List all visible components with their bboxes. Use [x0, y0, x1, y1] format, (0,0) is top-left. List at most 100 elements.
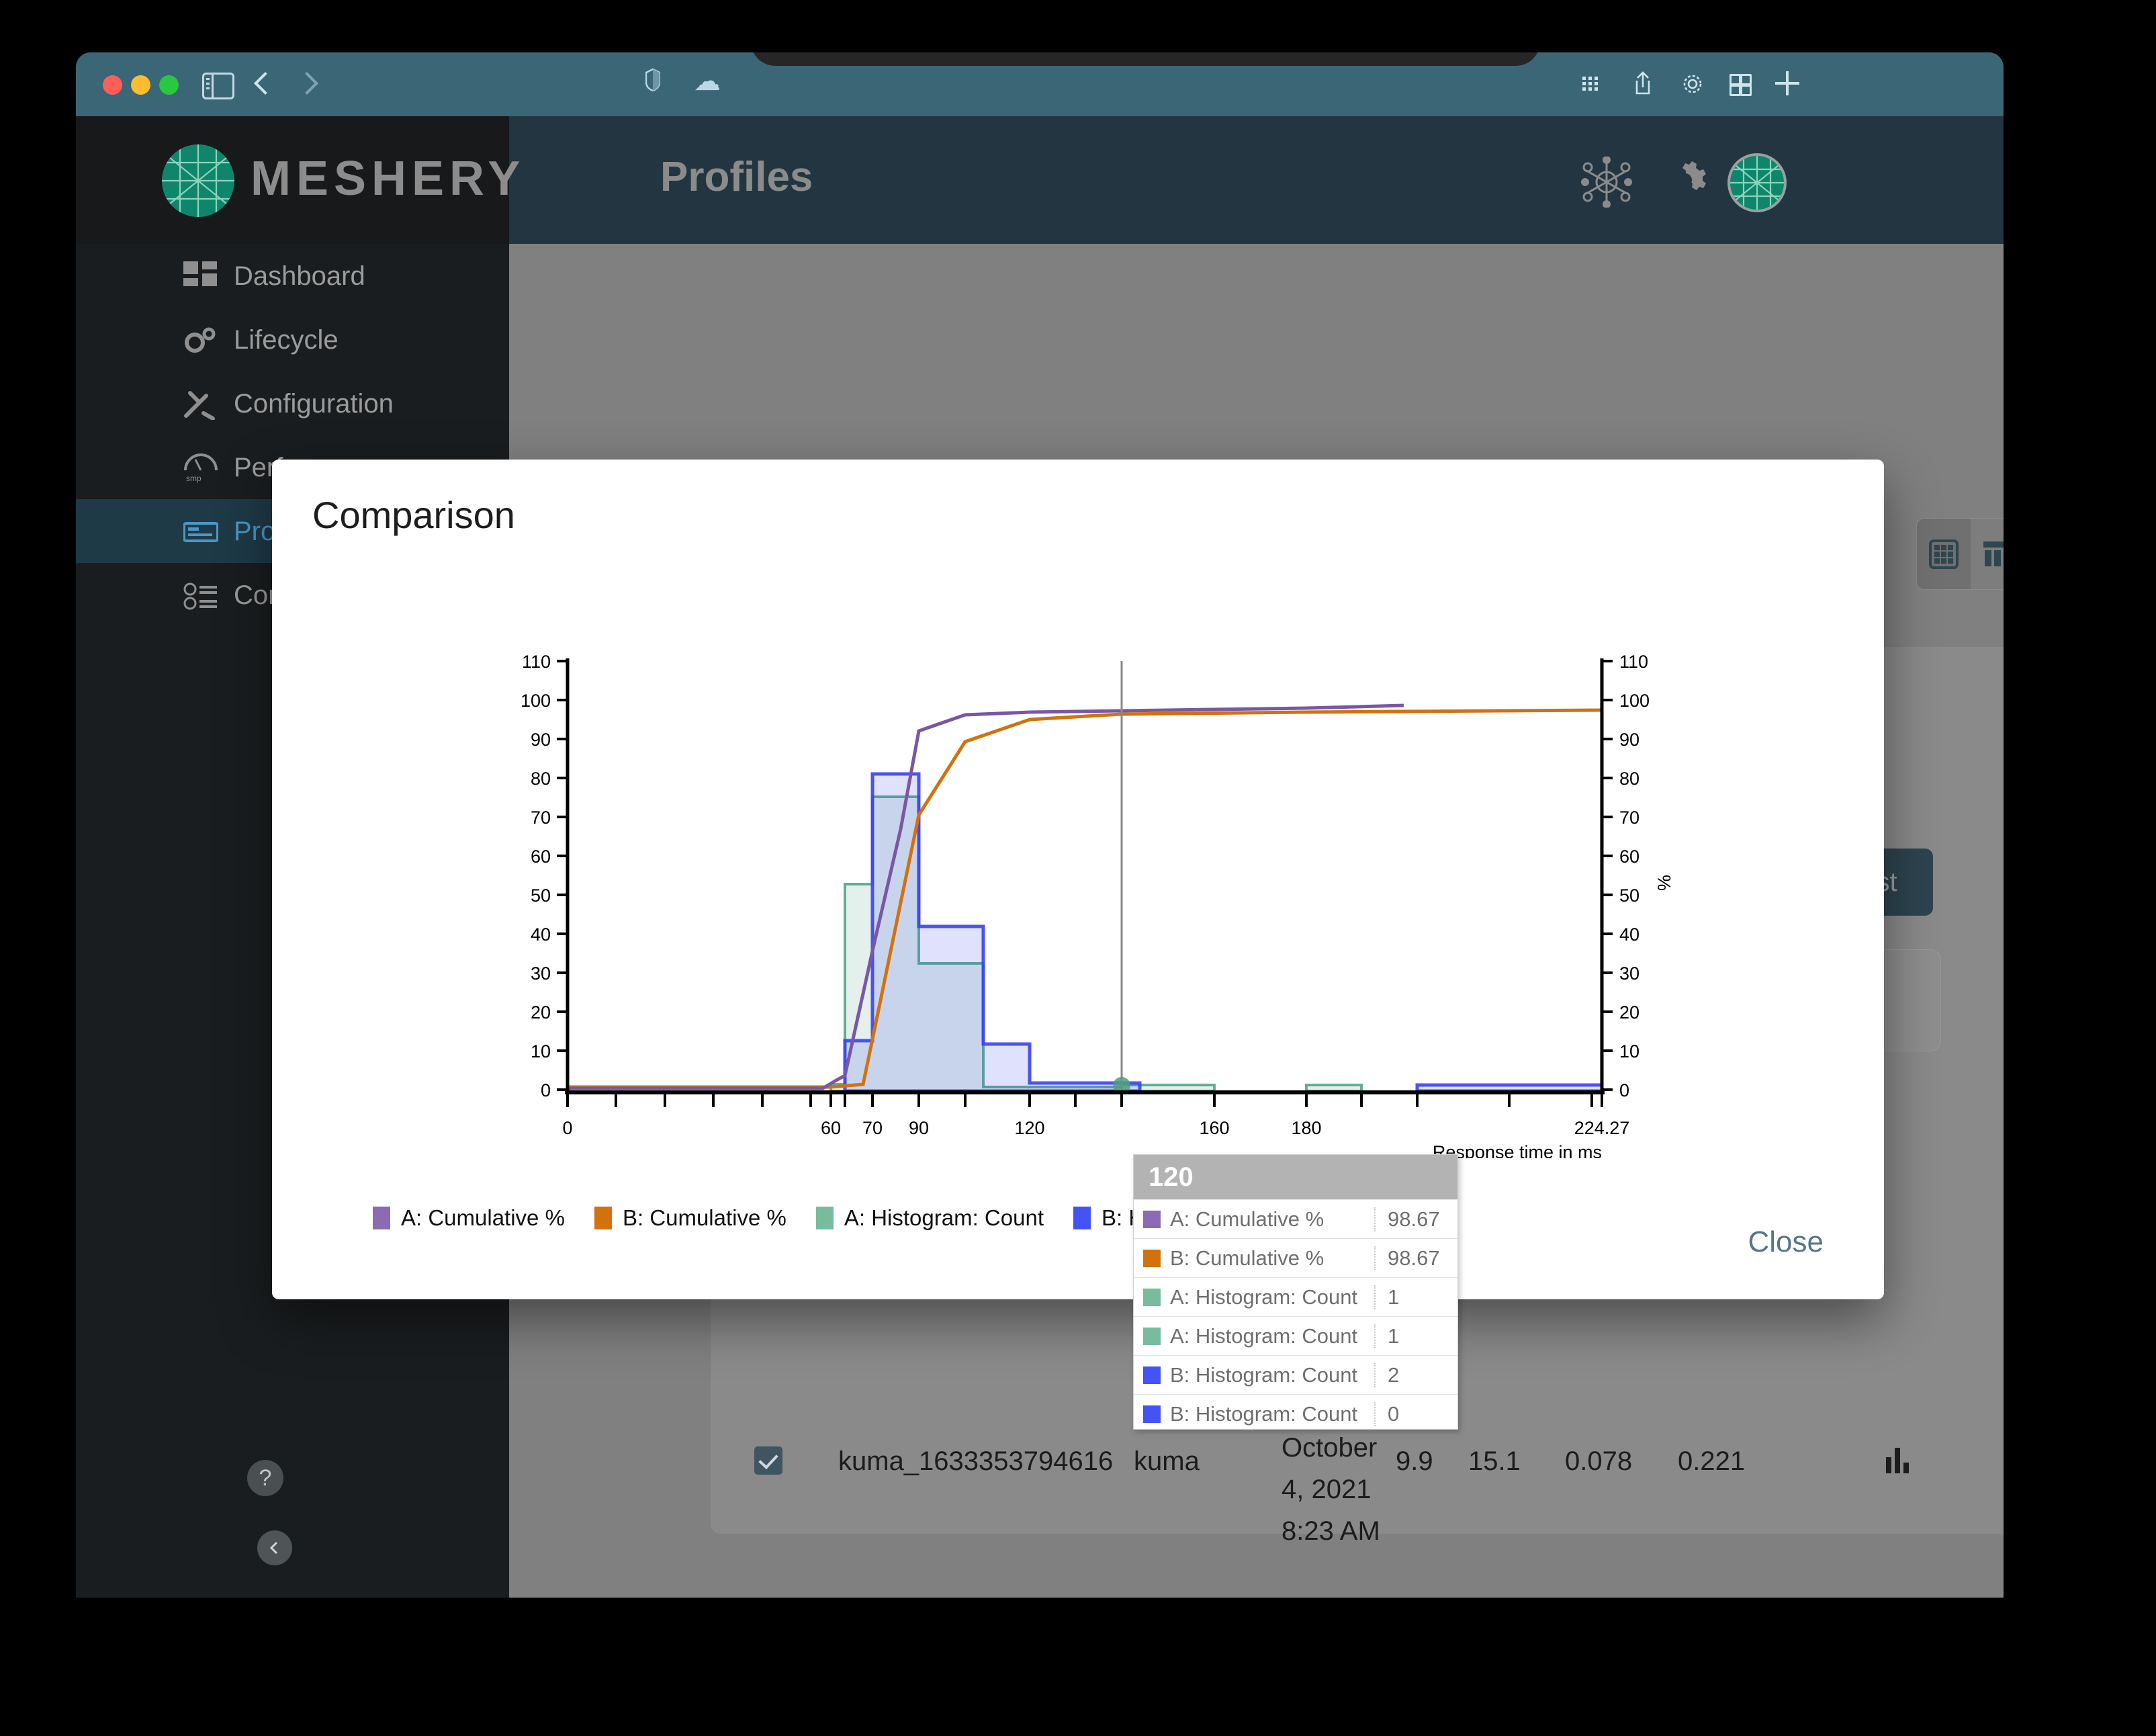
legend-item[interactable]: B: Cumulative % [594, 1205, 787, 1231]
series-a-cumulative [568, 703, 1404, 1090]
svg-text:60: 60 [1619, 847, 1640, 867]
sidebar-item-dashboard[interactable]: Dashboard [76, 244, 509, 308]
svg-text:80: 80 [531, 769, 551, 789]
tooltip-series-name: B: Histogram: Count [1170, 1362, 1358, 1387]
back-icon[interactable] [254, 72, 277, 95]
window-maximize-button[interactable] [159, 75, 179, 95]
row-date-line: 8:23 AM [1282, 1516, 1380, 1546]
y2-tick: 80 [1602, 769, 1640, 789]
svg-text:smp: smp [186, 474, 201, 483]
gauge-smp-icon: smp [183, 453, 218, 484]
y-tick: 0 [541, 1080, 568, 1100]
tooltip-row: B: Histogram: Count 2 [1134, 1355, 1457, 1394]
comparison-dialog: Comparison 110 100 90 80 70 60 50 40 30 … [272, 460, 1884, 1430]
y-tick: 70 [531, 808, 568, 828]
y-tick: 80 [531, 769, 568, 789]
legend-item[interactable]: A: Cumulative % [373, 1205, 565, 1231]
tab-overview-icon[interactable] [1730, 74, 1752, 96]
dashboard-icon [183, 261, 218, 292]
grid-view-icon[interactable] [1917, 519, 1971, 589]
new-tab-icon[interactable] [1775, 71, 1799, 95]
app-header: Profiles [509, 116, 2004, 244]
settings-gear-icon[interactable] [1681, 73, 1704, 95]
sidebar-item-lifecycle[interactable]: Lifecycle [76, 308, 509, 372]
avatar[interactable] [1727, 153, 1787, 212]
tooltip-swatch [1143, 1366, 1161, 1384]
gears-icon [183, 325, 218, 356]
x-tick-label: 180 [1291, 1118, 1321, 1138]
forward-icon[interactable] [296, 72, 318, 95]
brand-block[interactable]: MESHERY [76, 116, 520, 244]
y2-tick: 110 [1602, 652, 1648, 672]
tooltip-series-name: A: Histogram: Count [1170, 1323, 1358, 1348]
grid-icon[interactable] [1582, 77, 1600, 94]
tooltip-series-name: B: Histogram: Count [1170, 1401, 1358, 1426]
y2-tick: 60 [1602, 847, 1640, 867]
row-metric-2: 15.1 [1468, 1446, 1521, 1476]
cloud-icon[interactable]: ☁ [694, 68, 721, 95]
y2-tick: 40 [1602, 924, 1640, 945]
x-tick-label: 60 [821, 1118, 841, 1138]
y-tick: 20 [531, 1002, 568, 1023]
row-checkbox[interactable] [754, 1446, 782, 1475]
brand-text: MESHERY [251, 152, 526, 206]
x-tick-label: 120 [1014, 1118, 1044, 1138]
y-tick: 110 [522, 652, 568, 672]
tooltip-row: A: Cumulative % 98.67 [1134, 1199, 1457, 1238]
share-icon[interactable] [1634, 71, 1652, 95]
svg-text:20: 20 [1619, 1002, 1640, 1023]
reload-icon[interactable] [1486, 52, 1517, 57]
legend-label: A: Cumulative % [401, 1205, 565, 1230]
view-toggle[interactable] [1916, 518, 2004, 590]
collapse-sidebar-button[interactable] [257, 1530, 292, 1565]
y2-tick: 90 [1602, 730, 1640, 750]
tooltip-swatch [1143, 1249, 1161, 1267]
sidebar-toggle-icon[interactable] [202, 73, 234, 99]
gear-icon[interactable] [1663, 158, 1707, 206]
y-tick: 40 [531, 924, 568, 945]
y-tick: 30 [531, 963, 568, 984]
y2-tick: 30 [1602, 963, 1640, 984]
shield-icon[interactable] [645, 68, 661, 92]
address-bar[interactable]: localhost:9081/performance/profiles [751, 52, 1540, 66]
y-tick: 90 [531, 730, 568, 750]
mesh-icon[interactable] [1581, 156, 1632, 211]
bar-chart-icon[interactable] [1886, 1448, 1913, 1473]
window-minimize-button[interactable] [131, 75, 150, 95]
svg-text:70: 70 [1619, 808, 1640, 828]
legend-swatch [373, 1207, 390, 1229]
legend-swatch [594, 1207, 612, 1229]
y-axis-right-label: % [1654, 875, 1674, 891]
chart-svg: 110 100 90 80 70 60 50 40 30 20 10 0 110… [521, 652, 1674, 1158]
dialog-title: Comparison [312, 494, 515, 536]
close-button[interactable]: Close [1748, 1225, 1824, 1259]
row-metric-1: 9.9 [1396, 1446, 1433, 1476]
tooltip-row: A: Histogram: Count 1 [1134, 1316, 1457, 1355]
conformance-icon [183, 580, 218, 611]
sidebar-item-label: Configuration [234, 389, 394, 419]
legend-item[interactable]: A: Histogram: Count [815, 1205, 1044, 1231]
page-title: Profiles [660, 154, 813, 200]
window-close-button[interactable] [103, 75, 122, 95]
row-name: kuma_1633353794616 [838, 1446, 1114, 1476]
svg-text:60: 60 [531, 847, 551, 867]
y2-tick: 10 [1602, 1041, 1640, 1061]
tooltip-series-name: A: Histogram: Count [1170, 1285, 1358, 1309]
svg-text:30: 30 [1619, 963, 1640, 984]
tooltip-swatch [1143, 1405, 1161, 1423]
y-tick: 10 [531, 1041, 568, 1061]
help-button[interactable]: ? [247, 1460, 283, 1496]
y-axis-left: 110 100 90 80 70 60 50 40 30 20 10 0 [521, 652, 570, 1100]
tooltip-title: 120 [1134, 1155, 1457, 1199]
sidebar-item-label: Dashboard [234, 261, 365, 291]
svg-text:50: 50 [531, 885, 551, 906]
sidebar-item-label: Lifecycle [234, 325, 339, 355]
sidebar-item-configuration[interactable]: Configuration [76, 372, 509, 435]
browser-titlebar: ☁ localhost:9081/performance/profiles [76, 52, 2004, 116]
svg-text:110: 110 [1619, 652, 1648, 672]
svg-text:100: 100 [521, 691, 551, 711]
svg-text:0: 0 [541, 1080, 551, 1100]
svg-text:40: 40 [531, 924, 551, 945]
pagination: Rows per page: 10 1-2 of 2 [711, 1581, 2004, 1598]
table-view-icon[interactable] [1971, 519, 2004, 589]
